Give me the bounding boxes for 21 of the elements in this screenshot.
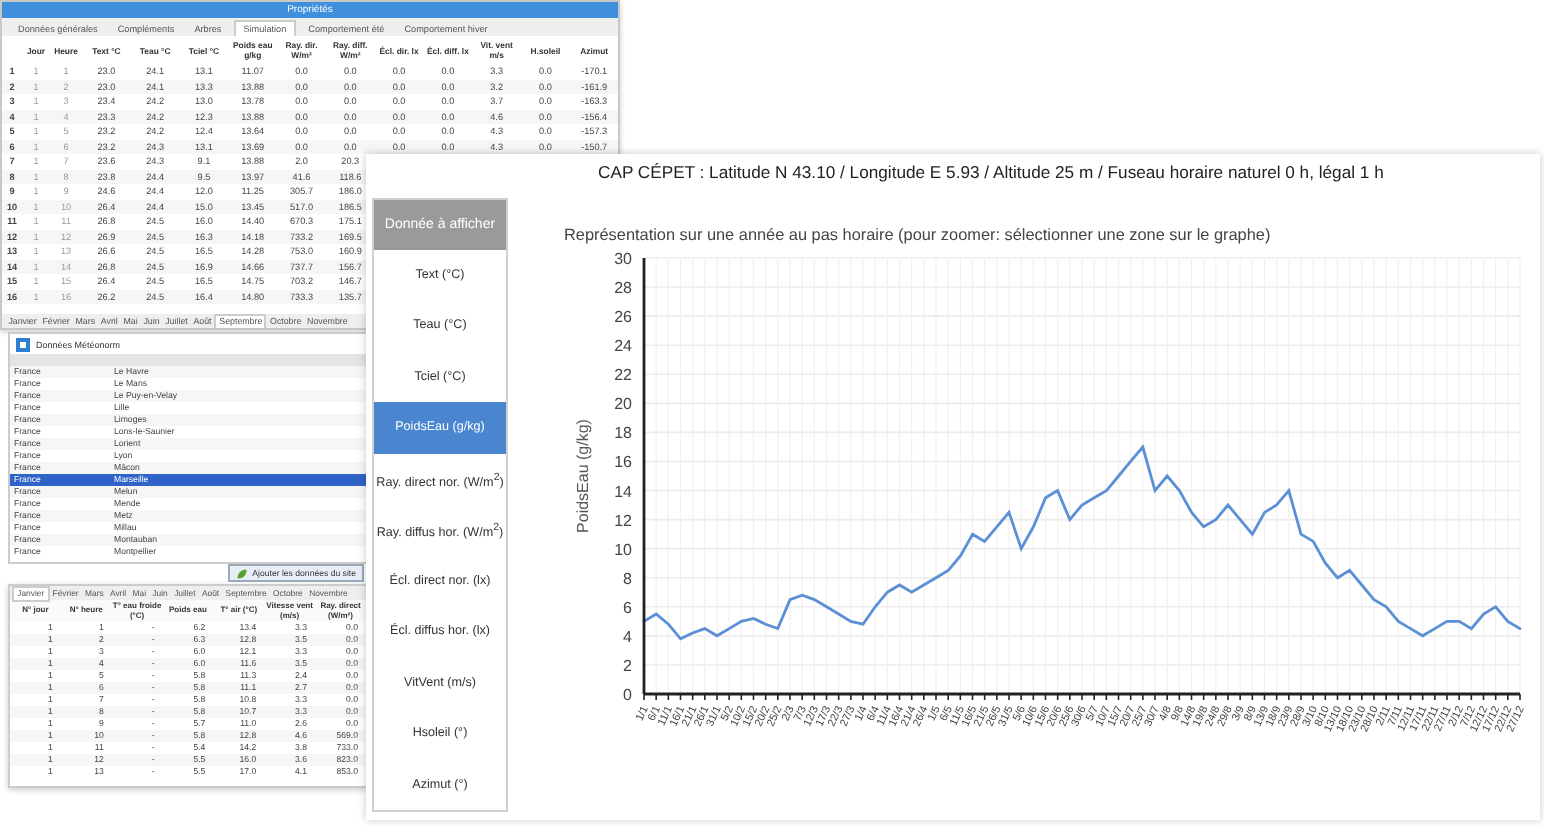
site-title: CAP CÉPET : Latitude N 43.10 / Longitude E 5.93 / Altitude 25 m / Fuseau horaire naturel 0 h, légal 1 h xyxy=(596,160,1386,186)
y-tick-label: 24 xyxy=(614,336,632,355)
y-tick-label: 18 xyxy=(614,423,632,442)
y-tick-label: 6 xyxy=(623,597,632,616)
y-tick-label: 4 xyxy=(623,626,632,645)
y-tick-label: 22 xyxy=(614,365,632,384)
y-tick-label: 2 xyxy=(623,655,632,674)
y-tick-label: 0 xyxy=(623,685,632,703)
y-tick-label: 12 xyxy=(614,510,632,529)
chart-subtitle: Représentation sur une année au pas horaire (pour zoomer: sélectionner une zone sur le graphe) xyxy=(564,225,1273,243)
y-tick-label: 28 xyxy=(614,278,632,297)
app-icon xyxy=(16,337,30,351)
y-tick-label: 26 xyxy=(614,307,632,326)
y-tick-label: 14 xyxy=(614,481,632,500)
y-tick-label: 20 xyxy=(614,394,632,413)
leaf-icon xyxy=(236,567,249,579)
y-tick-label: 10 xyxy=(614,539,632,558)
y-tick-label: 8 xyxy=(623,568,632,587)
y-tick-label: 30 xyxy=(614,249,632,267)
y-axis-label: PoidsEau (g/kg) xyxy=(574,418,592,532)
y-tick-label: 16 xyxy=(614,452,632,471)
